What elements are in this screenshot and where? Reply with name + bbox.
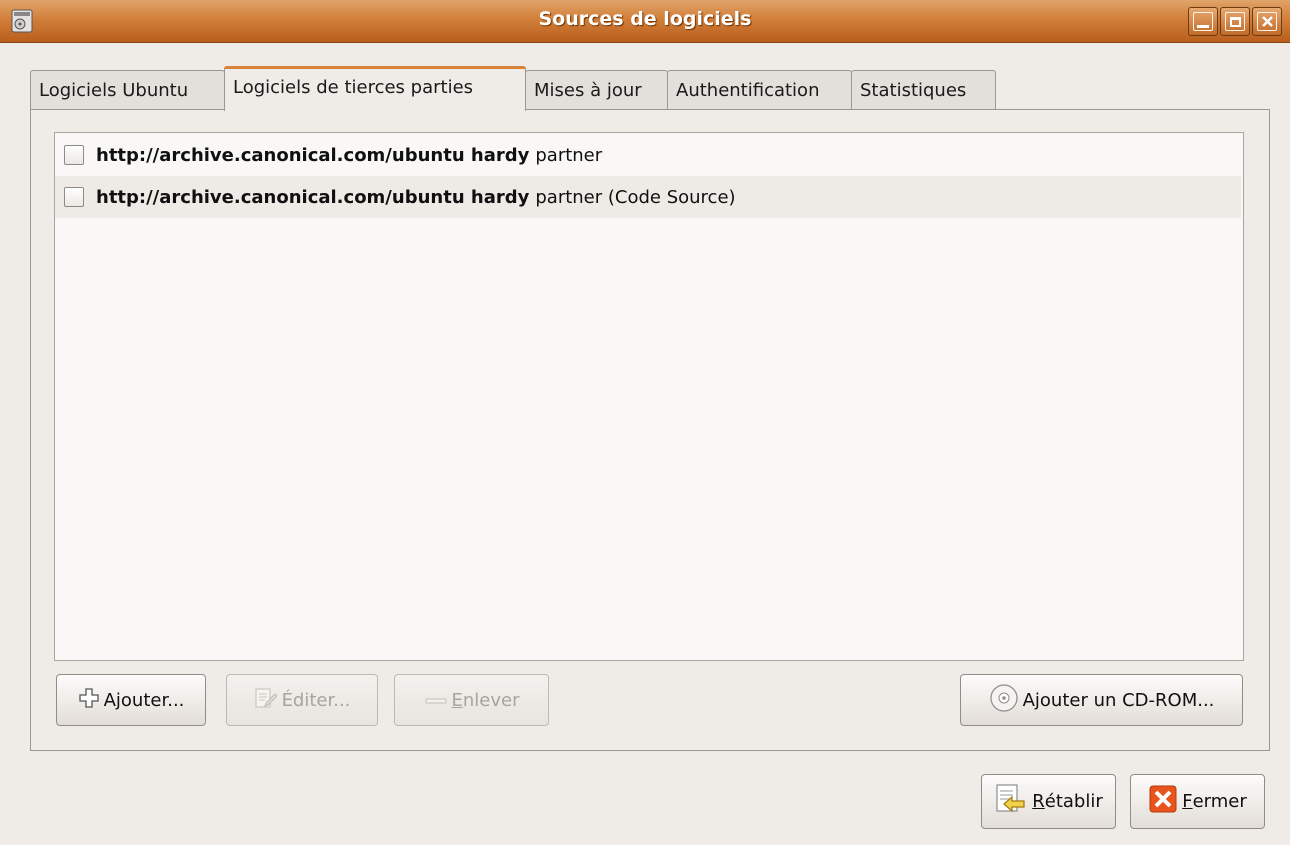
close-red-icon [1148, 784, 1178, 819]
source-url: http://archive.canonical.com/ubuntu hard… [96, 144, 530, 166]
tab-statistiques[interactable]: Statistiques [851, 70, 996, 110]
window-titlebar[interactable]: Sources de logiciels [0, 0, 1290, 43]
source-url: http://archive.canonical.com/ubuntu hard… [96, 186, 530, 208]
revert-button[interactable]: Rétablir [981, 774, 1116, 829]
source-components: partner [535, 144, 603, 166]
add-source-button[interactable]: Ajouter... [56, 674, 206, 726]
close-icon [1262, 16, 1273, 27]
close-button[interactable] [1252, 7, 1282, 36]
tab-mises-a-jour[interactable]: Mises à jour [525, 70, 668, 110]
cdrom-icon [989, 683, 1019, 718]
edit-source-button[interactable]: Éditer... [226, 674, 378, 726]
maximize-icon [1230, 17, 1241, 27]
remove-source-label: nlever [462, 689, 520, 711]
add-source-label: Ajouter... [103, 689, 185, 711]
revert-mnemonic: R [1032, 791, 1045, 812]
plus-icon [78, 687, 100, 714]
minimize-button[interactable] [1188, 7, 1218, 36]
source-row[interactable]: http://archive.canonical.com/ubuntu hard… [55, 176, 1241, 218]
revert-label: établir [1044, 791, 1103, 812]
close-mnemonic: F [1182, 791, 1193, 812]
tab-logiciels-ubuntu[interactable]: Logiciels Ubuntu [30, 70, 225, 110]
close-dialog-button[interactable]: Fermer [1130, 774, 1265, 829]
add-cdrom-label: Ajouter un CD-ROM... [1022, 689, 1215, 711]
tab-logiciels-tierces-parties[interactable]: Logiciels de tierces parties [224, 66, 526, 111]
tab-authentification[interactable]: Authentification [667, 70, 852, 110]
revert-icon [994, 782, 1028, 821]
source-components: partner (Code Source) [535, 186, 736, 208]
source-row[interactable]: http://archive.canonical.com/ubuntu hard… [55, 134, 1241, 176]
minus-icon [424, 690, 448, 711]
window-title: Sources de logiciels [538, 8, 752, 30]
source-checkbox[interactable] [64, 145, 84, 165]
sources-list[interactable]: http://archive.canonical.com/ubuntu hard… [54, 132, 1244, 661]
close-label: ermer [1192, 791, 1247, 812]
tab-page-third-party: http://archive.canonical.com/ubuntu hard… [30, 109, 1270, 751]
source-checkbox[interactable] [64, 187, 84, 207]
remove-source-button[interactable]: Enlever [394, 674, 549, 726]
minimize-icon [1197, 25, 1209, 28]
add-cdrom-button[interactable]: Ajouter un CD-ROM... [960, 674, 1243, 726]
edit-icon [254, 687, 278, 714]
edit-source-label: Éditer... [281, 689, 351, 711]
maximize-button[interactable] [1220, 7, 1250, 36]
remove-mnemonic: E [451, 689, 463, 711]
